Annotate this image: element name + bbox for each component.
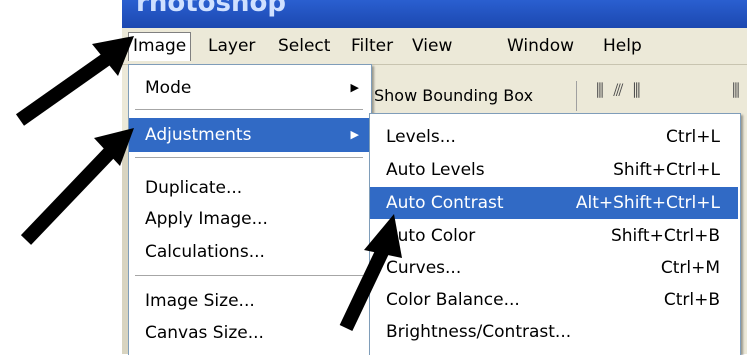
menu-item-label: Levels... [386, 127, 456, 147]
menu-select[interactable]: Select [274, 33, 334, 59]
menu-item-calculations[interactable]: Calculations... [129, 237, 369, 267]
adjustments-submenu: Levels... Ctrl+L Auto Levels Shift+Ctrl+… [369, 113, 741, 355]
menu-item-duplicate[interactable]: Duplicate... [129, 173, 369, 203]
submenu-arrow-icon: ▶ [350, 128, 359, 141]
menu-item-label: Calculations... [145, 242, 265, 262]
menu-item-shortcut: Ctrl+B [663, 290, 720, 310]
menu-item-shortcut: Ctrl+M [660, 258, 720, 278]
menu-item-label: Brightness/Contrast... [386, 322, 572, 342]
menu-item-canvas-size[interactable]: Canvas Size... [129, 318, 369, 348]
menu-item-auto-levels[interactable]: Auto Levels Shift+Ctrl+L [370, 155, 738, 185]
menu-item-label: Auto Levels [386, 160, 485, 180]
window-title: rhotoshop [136, 0, 286, 18]
show-bounding-box-label[interactable]: Show Bounding Box [374, 86, 533, 105]
menu-item-levels[interactable]: Levels... Ctrl+L [370, 122, 738, 152]
menu-item-label: Canvas Size... [145, 323, 264, 343]
menu-item-label: Duplicate... [145, 178, 243, 198]
menu-item-mode[interactable]: Mode ▶ [129, 73, 369, 103]
title-bar: rhotoshop [122, 0, 747, 28]
menu-separator [135, 157, 363, 158]
menu-item-curves[interactable]: Curves... Ctrl+M [370, 253, 738, 283]
align-icons[interactable]: ⫼ ⫻ ⫼ [596, 81, 643, 101]
menu-item-auto-contrast[interactable]: Auto Contrast Alt+Shift+Ctrl+L [370, 187, 738, 219]
menu-bar: Image Layer Select Filter View Window He… [122, 28, 747, 65]
menu-item-shortcut: Shift+Ctrl+L [613, 160, 720, 180]
menu-item-color-balance[interactable]: Color Balance... Ctrl+B [370, 285, 738, 315]
menu-item-label: Adjustments [145, 125, 252, 145]
menu-view[interactable]: View [408, 33, 456, 59]
arrow-pointer-icon [15, 36, 134, 126]
menu-separator [135, 275, 363, 276]
menu-item-brightness-contrast[interactable]: Brightness/Contrast... [370, 317, 738, 347]
menu-item-image-size[interactable]: Image Size... [129, 286, 369, 316]
submenu-arrow-icon: ▶ [350, 81, 359, 94]
menu-item-label: Curves... [386, 258, 462, 278]
image-menu: Mode ▶ Adjustments ▶ Duplicate... Apply … [128, 64, 372, 355]
arrow-pointer-icon [20, 128, 134, 245]
menu-item-label: Image Size... [145, 291, 255, 311]
distribute-icon[interactable]: ⫼ [732, 81, 740, 101]
menu-layer[interactable]: Layer [204, 33, 259, 59]
menu-separator [135, 109, 363, 110]
menu-help[interactable]: Help [599, 33, 646, 59]
toolbar-separator [576, 81, 577, 111]
menu-item-adjustments[interactable]: Adjustments ▶ [129, 118, 369, 152]
menu-item-shortcut: Shift+Ctrl+B [610, 226, 720, 246]
menu-item-shortcut: Alt+Shift+Ctrl+L [575, 193, 720, 213]
menu-item-auto-color[interactable]: Auto Color Shift+Ctrl+B [370, 221, 738, 251]
menu-item-apply-image[interactable]: Apply Image... [129, 204, 369, 234]
menu-filter[interactable]: Filter [347, 33, 397, 59]
menu-window[interactable]: Window [503, 33, 578, 59]
menu-item-label: Color Balance... [386, 290, 520, 310]
menu-item-label: Auto Color [386, 226, 476, 246]
menu-item-label: Mode [145, 78, 192, 98]
menu-item-label: Auto Contrast [386, 193, 504, 213]
menu-item-label: Apply Image... [145, 209, 268, 229]
menu-image[interactable]: Image [128, 32, 192, 61]
menu-item-shortcut: Ctrl+L [666, 127, 720, 147]
